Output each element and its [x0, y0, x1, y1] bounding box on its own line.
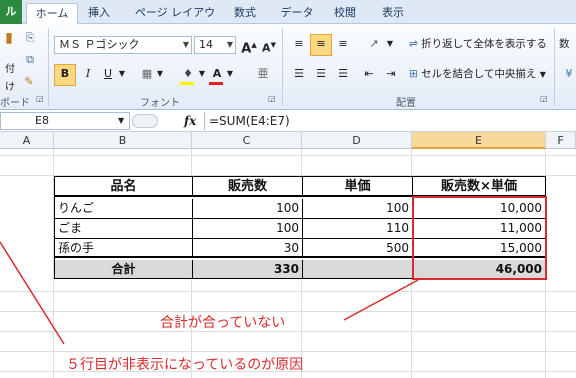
annotation-line-mismatch	[343, 279, 419, 321]
annotation-lines	[0, 241, 419, 345]
annotation-line-hidden-row	[0, 241, 65, 345]
annotation-mismatch: 合計が合っていない	[160, 315, 286, 331]
annotation-hidden-row: ５行目が非表示になっているのが原因	[66, 357, 304, 373]
